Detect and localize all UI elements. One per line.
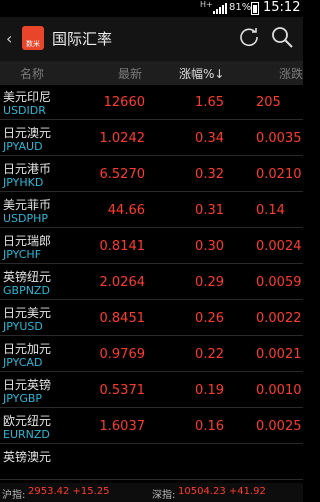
- change-percent: 0.22: [195, 347, 224, 362]
- pair-code: JPYHKD: [3, 176, 44, 189]
- pair-name: 英镑纽元: [3, 270, 52, 284]
- battery-icon: [251, 2, 259, 15]
- network-type: H+: [200, 0, 213, 9]
- table-row[interactable]: 日元港币 JPYHKD 6.5270 0.32 0.0210: [0, 157, 303, 192]
- change-amount: 0.0010: [256, 383, 302, 398]
- change-percent: 0.26: [195, 311, 224, 326]
- pair-code: USDPHP: [3, 212, 49, 225]
- column-change-amount[interactable]: 涨跌: [279, 65, 303, 82]
- sz-index-value: 10504.23 +41.92: [178, 486, 266, 497]
- pair-name: 欧元纽元: [3, 414, 52, 428]
- battery-percent: 81%: [229, 2, 252, 13]
- column-header: 名称 最新 涨幅%↓ 涨跌: [0, 61, 303, 85]
- change-amount: 0.0210: [256, 167, 302, 182]
- back-button[interactable]: ‹: [6, 29, 12, 48]
- change-percent: 1.65: [195, 95, 224, 110]
- latest-value: 0.8451: [99, 311, 146, 326]
- pair-name: 日元澳元: [3, 126, 52, 140]
- table-row[interactable]: 日元瑞郎 JPYCHF 0.8141 0.30 0.0024: [0, 229, 303, 264]
- change-percent: 0.16: [195, 419, 224, 434]
- change-amount: 0.0021: [256, 347, 302, 362]
- latest-value: 12660: [103, 95, 145, 110]
- signal-icon: [213, 3, 227, 14]
- pair-code: JPYUSD: [3, 320, 43, 333]
- table-row[interactable]: 日元美元 JPYUSD 0.8451 0.26 0.0022: [0, 301, 303, 336]
- change-percent: 0.32: [195, 167, 224, 182]
- app-logo[interactable]: 数米: [22, 26, 44, 50]
- change-percent: 0.19: [195, 383, 224, 398]
- latest-value: 44.66: [107, 203, 145, 218]
- change-percent: 0.30: [195, 239, 224, 254]
- latest-value: 6.5270: [99, 167, 146, 182]
- change-amount: 0.0035: [256, 131, 302, 146]
- table-row[interactable]: 美元菲币 USDPHP 44.66 0.31 0.14: [0, 193, 303, 228]
- latest-value: 0.5371: [99, 383, 146, 398]
- column-name[interactable]: 名称: [20, 65, 44, 82]
- latest-value: 1.0242: [99, 131, 146, 146]
- change-amount: 0.0024: [256, 239, 302, 254]
- column-change-pct[interactable]: 涨幅%↓: [179, 65, 224, 82]
- change-percent: 0.29: [195, 275, 224, 290]
- clock: 15:12: [263, 0, 301, 15]
- change-amount: 205: [256, 95, 281, 110]
- pair-name: 英镑澳元: [3, 450, 52, 464]
- pair-name: 日元美元: [3, 306, 52, 320]
- index-ticker[interactable]: 沪指: 2953.42 +15.25 深指: 10504.23 +41.92: [0, 483, 303, 502]
- change-amount: 0.14: [256, 203, 285, 218]
- latest-value: 0.8141: [99, 239, 146, 254]
- pair-name: 日元加元: [3, 342, 52, 356]
- change-amount: 0.0025: [256, 419, 302, 434]
- search-icon[interactable]: [270, 25, 294, 49]
- pair-name: 美元印尼: [3, 90, 52, 104]
- change-amount: 0.0022: [256, 311, 302, 326]
- pair-name: 日元瑞郎: [3, 234, 52, 248]
- status-bar: H+ 81% 15:12: [0, 0, 303, 17]
- pair-name: 美元菲币: [3, 198, 52, 212]
- table-row[interactable]: 英镑纽元 GBPNZD 2.0264 0.29 0.0059: [0, 265, 303, 300]
- pair-name: 日元港币: [3, 162, 52, 176]
- change-amount: 0.0059: [256, 275, 302, 290]
- pair-code: GBPNZD: [3, 284, 50, 297]
- latest-value: 1.6037: [99, 419, 146, 434]
- sz-index-label: 深指:: [152, 490, 176, 501]
- pair-code: JPYCAD: [3, 356, 43, 369]
- pair-name: 日元英镑: [3, 378, 52, 392]
- refresh-icon[interactable]: [238, 26, 260, 48]
- pair-code: JPYCHF: [3, 248, 42, 261]
- pair-code: JPYGBP: [3, 392, 43, 405]
- app-header: ‹ 数米 国际汇率: [0, 17, 303, 61]
- table-row[interactable]: 欧元纽元 EURNZD 1.6037 0.16 0.0025: [0, 409, 303, 444]
- sh-index-value: 2953.42 +15.25: [28, 486, 110, 497]
- page-title: 国际汇率: [52, 30, 113, 48]
- sh-index-label: 沪指:: [2, 490, 26, 501]
- table-row[interactable]: 日元英镑 JPYGBP 0.5371 0.19 0.0010: [0, 373, 303, 408]
- table-row[interactable]: 英镑澳元: [0, 445, 303, 480]
- column-latest[interactable]: 最新: [118, 65, 142, 82]
- latest-value: 2.0264: [99, 275, 146, 290]
- rate-list: 美元印尼 USDIDR 12660 1.65 205 日元澳元 JPYAUD 1…: [0, 85, 303, 483]
- table-row[interactable]: 日元加元 JPYCAD 0.9769 0.22 0.0021: [0, 337, 303, 372]
- logo-text: 数米: [26, 40, 40, 48]
- pair-code: USDIDR: [3, 104, 46, 117]
- latest-value: 0.9769: [99, 347, 146, 362]
- change-percent: 0.31: [195, 203, 224, 218]
- table-row[interactable]: 美元印尼 USDIDR 12660 1.65 205: [0, 85, 303, 120]
- change-percent: 0.34: [195, 131, 224, 146]
- pair-code: JPYAUD: [3, 140, 43, 153]
- pair-code: EURNZD: [3, 428, 50, 441]
- table-row[interactable]: 日元澳元 JPYAUD 1.0242 0.34 0.0035: [0, 121, 303, 156]
